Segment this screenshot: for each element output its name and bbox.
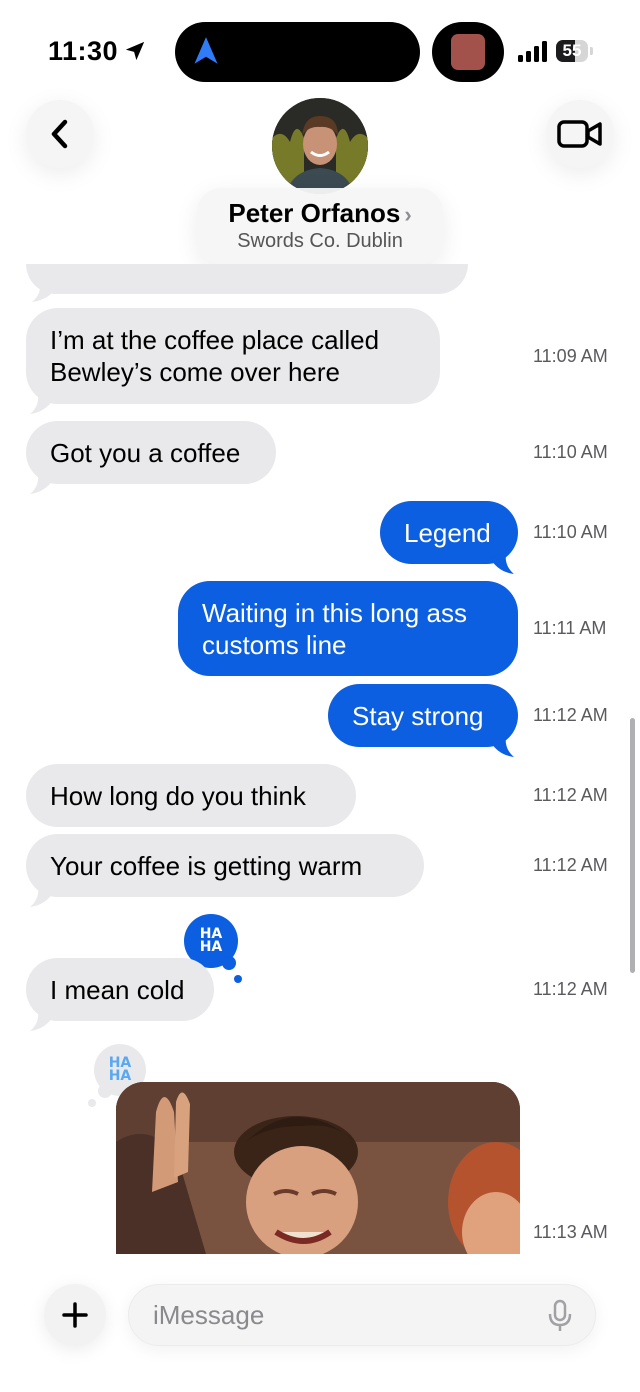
bubble-tail <box>490 552 514 574</box>
message-timestamp: 11:12 AM <box>533 705 608 725</box>
message-timestamp: 11:12 AM <box>533 785 608 805</box>
location-arrow-icon <box>125 41 145 61</box>
message-timestamp: 11:10 AM <box>533 522 608 542</box>
status-bar: 11:30 55 <box>0 0 640 100</box>
plus-icon <box>62 1302 88 1328</box>
message-timestamp: 11:12 AM <box>533 855 608 875</box>
message-input[interactable]: iMessage <box>128 1284 596 1346</box>
message-bubble-incoming[interactable]: Your coffee is getting warm <box>26 834 424 897</box>
chevron-right-icon: › <box>404 202 412 227</box>
gif-message[interactable] <box>116 1082 520 1254</box>
message-timestamp: 11:12 AM <box>533 979 608 999</box>
bubble-tail <box>30 472 54 494</box>
message-timestamp: 11:11 AM <box>533 618 607 638</box>
message-bubble-outgoing[interactable]: Waiting in this long ass customs line <box>178 581 518 676</box>
haha-reaction-text: HA HA <box>199 926 223 955</box>
message-bubble-incoming[interactable]: Got you a coffee <box>26 421 276 484</box>
signal-bars-icon <box>518 41 547 62</box>
battery-percent: 55 <box>562 41 582 60</box>
reaction-bubble-dot <box>98 1084 112 1098</box>
bubble-tail <box>490 735 514 757</box>
message-timestamp: 11:13 AM <box>533 1222 608 1242</box>
battery-nub <box>590 47 593 55</box>
facetime-video-button[interactable] <box>546 100 614 168</box>
message-bubble-incoming[interactable]: I mean cold <box>26 958 214 1021</box>
message-timestamp: 11:10 AM <box>533 442 608 462</box>
chevron-left-icon <box>51 119 68 149</box>
contact-avatar[interactable] <box>272 98 368 194</box>
bubble-tail <box>30 1009 54 1031</box>
gif-image <box>116 1082 520 1254</box>
reaction-bubble-dot <box>234 975 242 983</box>
reaction-bubble-dot <box>88 1099 96 1107</box>
scroll-indicator[interactable] <box>630 718 635 973</box>
bubble-tail <box>30 392 54 414</box>
microphone-icon[interactable] <box>547 1299 573 1333</box>
navigation-arrow-icon <box>194 37 218 64</box>
message-input-placeholder: iMessage <box>153 1300 265 1330</box>
message-timestamp: 11:09 AM <box>533 346 608 366</box>
reaction-bubble-dot <box>222 956 236 970</box>
avatar-photo <box>272 98 368 194</box>
album-art-thumbnail <box>451 34 485 70</box>
contact-info-pill[interactable]: Peter Orfanos › Swords Co. Dublin <box>197 188 443 264</box>
contact-name-text: Peter Orfanos <box>228 198 401 228</box>
message-bubble-incoming-partial[interactable] <box>26 264 468 294</box>
bubble-tail <box>30 885 54 907</box>
message-bubble-incoming[interactable]: I’m at the coffee place called Bewley’s … <box>26 308 440 404</box>
bubble-tail <box>32 280 56 302</box>
status-time: 11:30 <box>48 36 119 66</box>
add-attachment-button[interactable] <box>44 1284 106 1346</box>
video-camera-icon <box>557 120 602 148</box>
haha-reaction-text: HA HA <box>108 1055 132 1084</box>
back-button[interactable] <box>26 100 94 168</box>
contact-subtitle: Swords Co. Dublin <box>237 230 403 252</box>
contact-name: Peter Orfanos › <box>197 198 443 229</box>
message-bubble-incoming[interactable]: How long do you think <box>26 764 356 827</box>
